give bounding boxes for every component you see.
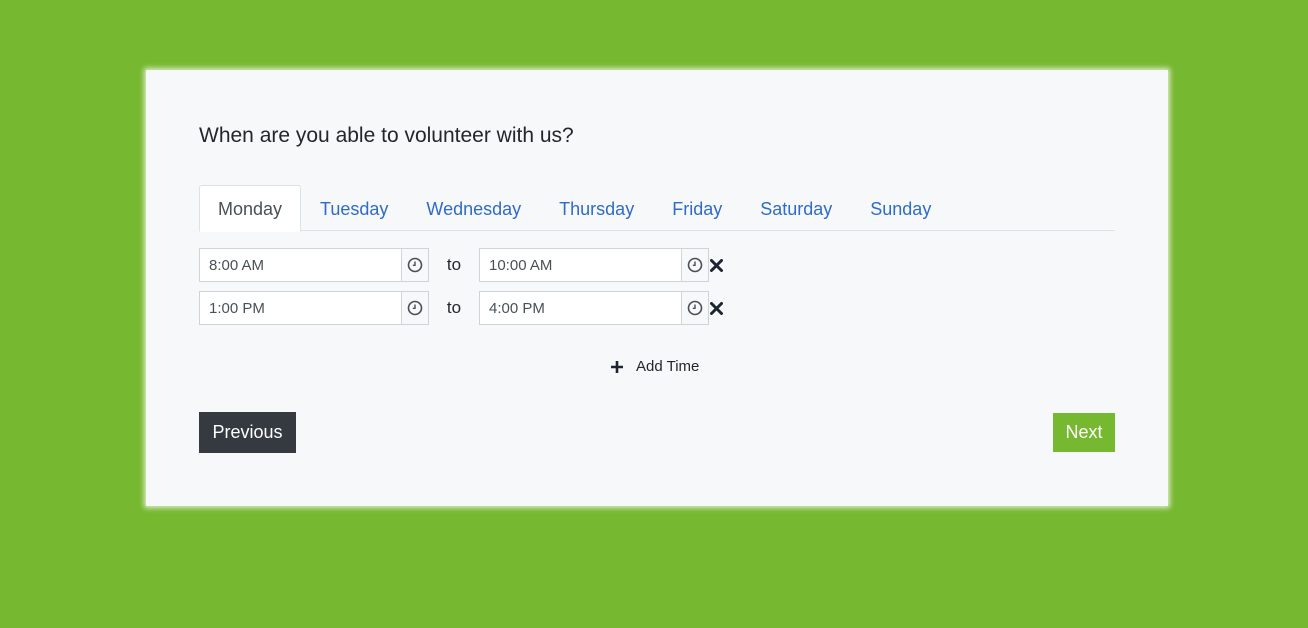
clock-icon (687, 257, 703, 273)
volunteer-availability-card: When are you able to volunteer with us? … (146, 70, 1168, 506)
next-button[interactable]: Next (1053, 413, 1115, 452)
remove-slot-button[interactable] (709, 258, 723, 272)
close-icon (709, 258, 723, 272)
tab-saturday[interactable]: Saturday (741, 185, 851, 231)
clock-icon (687, 300, 703, 316)
start-time-input[interactable] (200, 292, 401, 324)
start-time-input[interactable] (200, 249, 401, 281)
range-separator: to (446, 255, 462, 274)
day-tabs: Monday Tuesday Wednesday Thursday Friday… (199, 185, 1115, 232)
tab-monday[interactable]: Monday (199, 185, 302, 232)
start-time-picker-button[interactable] (401, 249, 428, 281)
tab-friday[interactable]: Friday (653, 185, 741, 231)
add-time-button[interactable]: Add Time (610, 358, 699, 375)
start-time-field (199, 248, 429, 282)
remove-slot-button[interactable] (709, 301, 723, 315)
end-time-input[interactable] (480, 249, 681, 281)
range-separator: to (446, 298, 462, 317)
end-time-picker-button[interactable] (681, 249, 708, 281)
end-time-field (479, 248, 709, 282)
end-time-input[interactable] (480, 292, 681, 324)
time-slot-row: to (199, 291, 723, 325)
tab-sunday[interactable]: Sunday (851, 185, 950, 231)
start-time-picker-button[interactable] (401, 292, 428, 324)
tab-thursday[interactable]: Thursday (540, 185, 653, 231)
end-time-picker-button[interactable] (681, 292, 708, 324)
page-title: When are you able to volunteer with us? (199, 124, 574, 147)
start-time-field (199, 291, 429, 325)
plus-icon (611, 360, 623, 373)
end-time-field (479, 291, 709, 325)
clock-icon (407, 300, 423, 316)
time-slot-row: to (199, 248, 723, 282)
clock-icon (407, 257, 423, 273)
tab-wednesday[interactable]: Wednesday (407, 185, 540, 231)
add-time-label: Add Time (636, 358, 700, 375)
tab-tuesday[interactable]: Tuesday (301, 185, 407, 231)
previous-button[interactable]: Previous (199, 412, 296, 453)
close-icon (709, 301, 723, 315)
